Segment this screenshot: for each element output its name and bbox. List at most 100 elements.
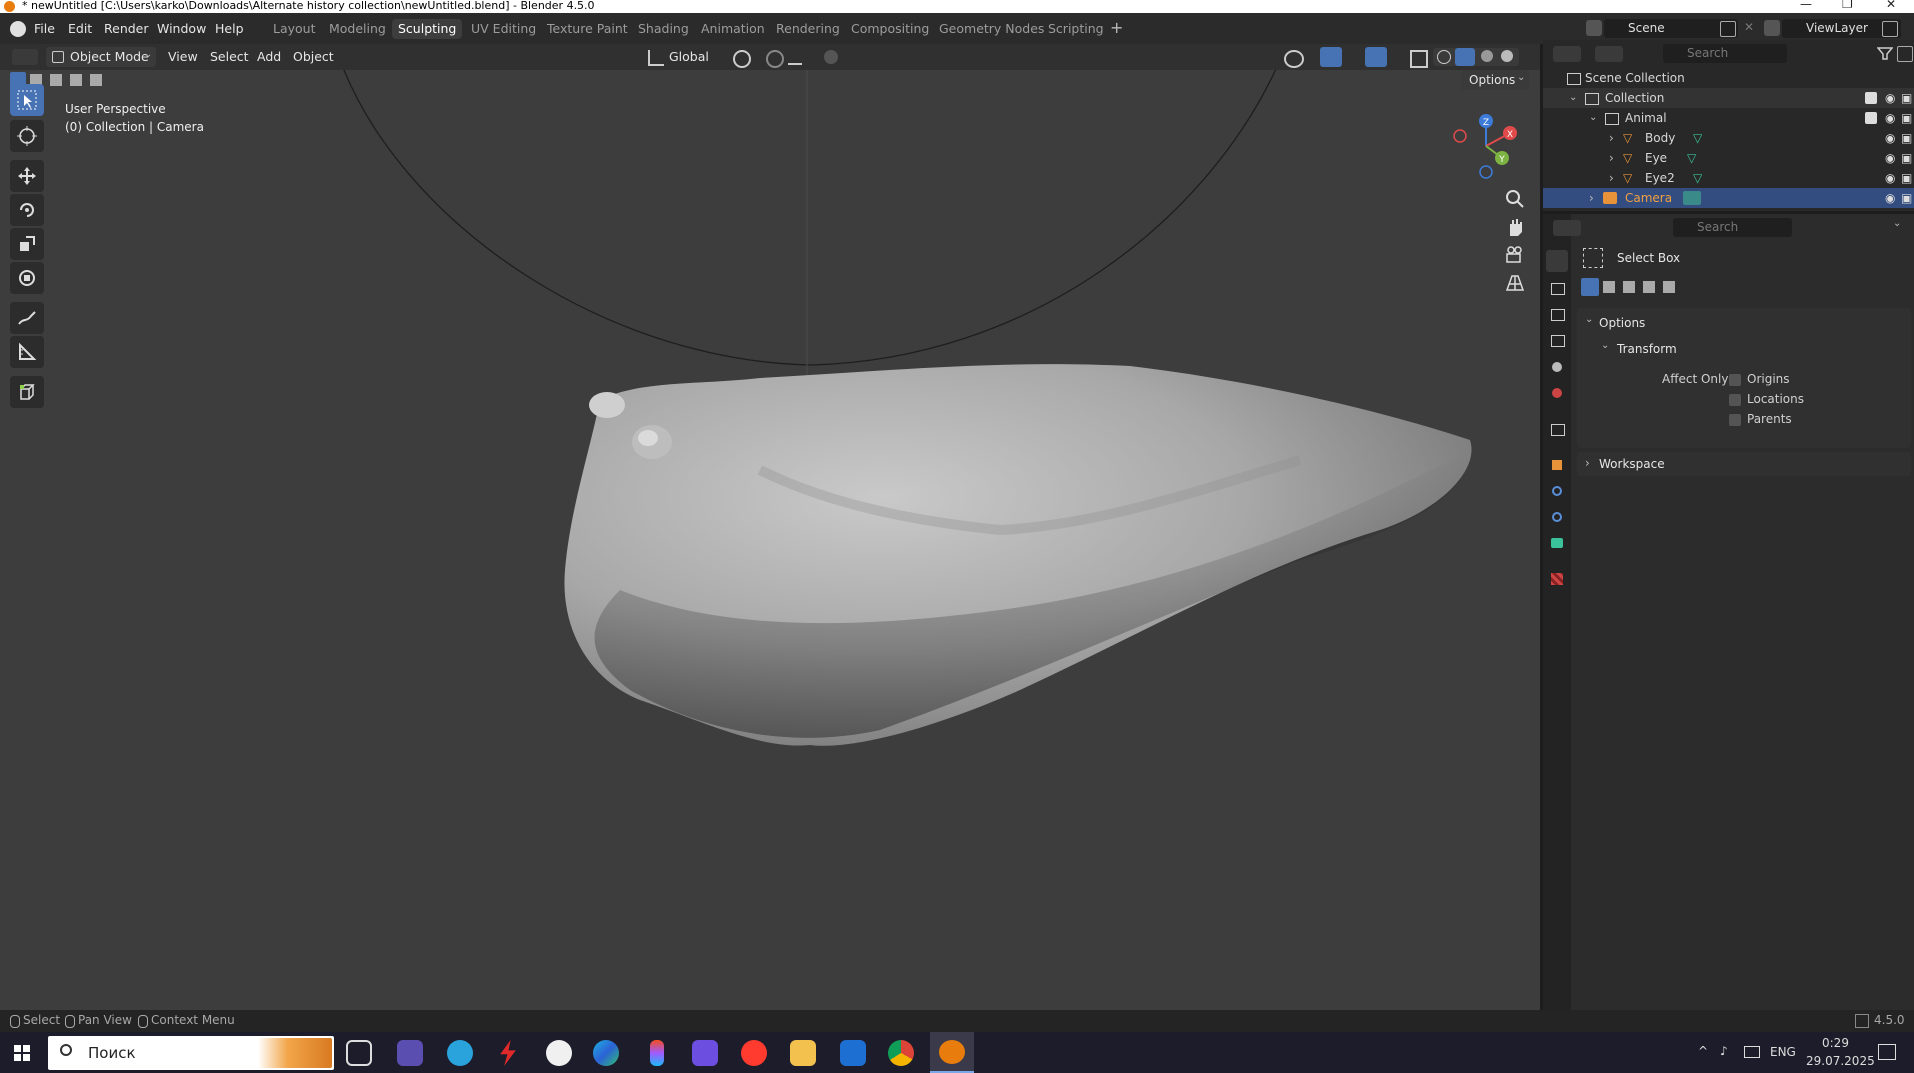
camera-view-icon[interactable] <box>1504 244 1526 266</box>
material-shading-icon[interactable] <box>1481 50 1493 62</box>
taskbar-search-box[interactable]: Поиск <box>48 1036 334 1070</box>
clock-date[interactable]: 29.07.2025 <box>1806 1054 1875 1068</box>
annotate-tool[interactable] <box>10 302 44 334</box>
add-cube-tool[interactable] <box>10 376 44 408</box>
rendered-shading-icon[interactable] <box>1501 50 1513 62</box>
chevron-right-icon[interactable]: › <box>1589 188 1594 208</box>
cursor-tool[interactable] <box>10 120 44 152</box>
eye-icon[interactable]: ◉ <box>1885 188 1895 208</box>
chevron-down-icon[interactable]: ⌄ <box>1601 340 1609 351</box>
menu-add[interactable]: Add <box>257 48 281 66</box>
constraints-tab-icon[interactable] <box>1546 506 1568 528</box>
solid-shading-icon[interactable] <box>1455 48 1475 66</box>
menu-help[interactable]: Help <box>215 21 244 36</box>
new-view-layer-icon[interactable] <box>1882 21 1898 37</box>
tab-scripting[interactable]: Scripting <box>1042 19 1110 39</box>
transform-subpanel-title[interactable]: Transform <box>1617 342 1677 356</box>
add-workspace-icon[interactable]: + <box>1110 18 1123 37</box>
chevron-right-icon[interactable]: › <box>1609 168 1614 188</box>
chrome-icon[interactable] <box>888 1040 914 1066</box>
exclude-checkbox-icon[interactable] <box>1865 112 1877 124</box>
snap-icon[interactable] <box>766 50 784 68</box>
mesh-data-icon[interactable]: ▽ <box>1693 128 1702 148</box>
app-icon-4[interactable] <box>840 1040 866 1066</box>
close-icon[interactable]: ✕ <box>1886 0 1896 10</box>
eye-icon[interactable]: ◉ <box>1885 168 1895 188</box>
task-view-icon[interactable] <box>346 1040 372 1066</box>
outliner-row-camera[interactable]: › Camera ◉ ▣ <box>1543 188 1914 208</box>
app-icon-3[interactable] <box>692 1040 718 1066</box>
blender-menu-icon[interactable] <box>10 21 26 37</box>
perspective-toggle-icon[interactable] <box>1504 272 1526 294</box>
tool-tab-icon[interactable] <box>1546 250 1568 272</box>
transform-tool[interactable] <box>10 262 44 294</box>
zoom-icon[interactable] <box>1504 188 1526 210</box>
tab-modeling[interactable]: Modeling <box>323 19 392 39</box>
new-scene-icon[interactable] <box>1720 21 1736 37</box>
camera-render-icon[interactable]: ▣ <box>1901 188 1912 208</box>
properties-editor-type-icon[interactable] <box>1553 220 1581 236</box>
options-dropdown[interactable]: Options ⌄ <box>1461 70 1529 90</box>
transform-orientation-dropdown[interactable]: Global <box>669 48 709 66</box>
proportional-editing-icon[interactable] <box>824 50 838 64</box>
select-box-tool[interactable] <box>10 84 44 116</box>
tab-animation[interactable]: Animation <box>695 19 771 39</box>
origins-checkbox[interactable] <box>1729 374 1741 386</box>
object-data-tab-icon[interactable] <box>1546 532 1568 554</box>
filter-icon[interactable] <box>1877 46 1893 70</box>
overlay-toggle-icon[interactable] <box>1365 47 1387 67</box>
display-mode-icon[interactable] <box>1595 46 1623 62</box>
clock-time[interactable]: 0:29 <box>1822 1036 1849 1050</box>
outliner-search-input[interactable]: Search <box>1663 44 1787 63</box>
tab-texture-paint[interactable]: Texture Paint <box>541 19 634 39</box>
app-icon-1[interactable] <box>397 1040 423 1066</box>
language-indicator[interactable]: ENG <box>1770 1045 1796 1059</box>
tab-uv-editing[interactable]: UV Editing <box>465 19 542 39</box>
view-layer-selector-icon[interactable] <box>1764 20 1780 36</box>
camera-render-icon[interactable]: ▣ <box>1901 88 1912 108</box>
scale-tool[interactable] <box>10 228 44 260</box>
restore-icon[interactable]: ❐ <box>1842 0 1853 10</box>
tab-geometry-nodes[interactable]: Geometry Nodes <box>933 19 1050 39</box>
outliner-row-animal[interactable]: ⌄ Animal ◉ ▣ <box>1543 108 1914 128</box>
chevron-down-icon[interactable]: ⌄ <box>1569 88 1577 108</box>
outliner-row-eye2[interactable]: › ▽ Eye2 ▽ ◉ ▣ <box>1543 168 1914 188</box>
chevron-right-icon[interactable]: › <box>1609 128 1614 148</box>
app-icon-2[interactable] <box>546 1040 572 1066</box>
pivot-point-icon[interactable] <box>733 50 751 68</box>
eye-icon[interactable]: ◉ <box>1885 88 1895 108</box>
pan-hand-icon[interactable] <box>1504 216 1526 238</box>
chevron-down-icon[interactable]: ⌄ <box>1585 314 1593 325</box>
scene-tab-icon[interactable] <box>1546 356 1568 378</box>
eye-icon[interactable]: ◉ <box>1885 108 1895 128</box>
menu-edit[interactable]: Edit <box>68 21 92 36</box>
select-invert-icon[interactable] <box>1643 281 1655 293</box>
camera-render-icon[interactable]: ▣ <box>1901 168 1912 188</box>
wireframe-shading-icon[interactable] <box>1437 50 1451 64</box>
camera-render-icon[interactable]: ▣ <box>1901 148 1912 168</box>
output-tab-icon[interactable] <box>1546 304 1568 326</box>
volume-icon[interactable]: ♪ <box>1720 1044 1728 1058</box>
blender-taskbar-button[interactable] <box>930 1032 974 1073</box>
select-intersect-icon[interactable] <box>1663 281 1675 293</box>
measure-tool[interactable] <box>10 336 44 368</box>
outliner-row-body[interactable]: › ▽ Body ▽ ◉ ▣ <box>1543 128 1914 148</box>
chevron-right-icon[interactable]: › <box>1609 148 1614 168</box>
gizmo-toggle-icon[interactable] <box>1320 47 1342 67</box>
menu-file[interactable]: File <box>34 21 55 36</box>
tab-sculpting[interactable]: Sculpting <box>392 19 463 39</box>
workspace-panel[interactable]: › Workspace <box>1577 452 1911 476</box>
tray-chevron-icon[interactable]: ^ <box>1698 1044 1708 1058</box>
camera-data-icon[interactable] <box>1683 191 1701 205</box>
mesh-data-icon[interactable]: ▽ <box>1693 168 1702 188</box>
world-tab-icon[interactable] <box>1546 382 1568 404</box>
windows-start-icon[interactable] <box>14 1045 30 1061</box>
tab-shading[interactable]: Shading <box>632 19 695 39</box>
options-panel-title[interactable]: Options <box>1599 316 1645 330</box>
tab-rendering[interactable]: Rendering <box>770 19 846 39</box>
view-layer-tab-icon[interactable] <box>1546 330 1568 352</box>
physics-tab-icon[interactable] <box>1546 480 1568 502</box>
rotate-tool[interactable] <box>10 194 44 226</box>
delete-scene-icon[interactable]: ✕ <box>1744 20 1754 34</box>
mode-dropdown[interactable]: Object Mode ⌄ <box>46 47 156 67</box>
